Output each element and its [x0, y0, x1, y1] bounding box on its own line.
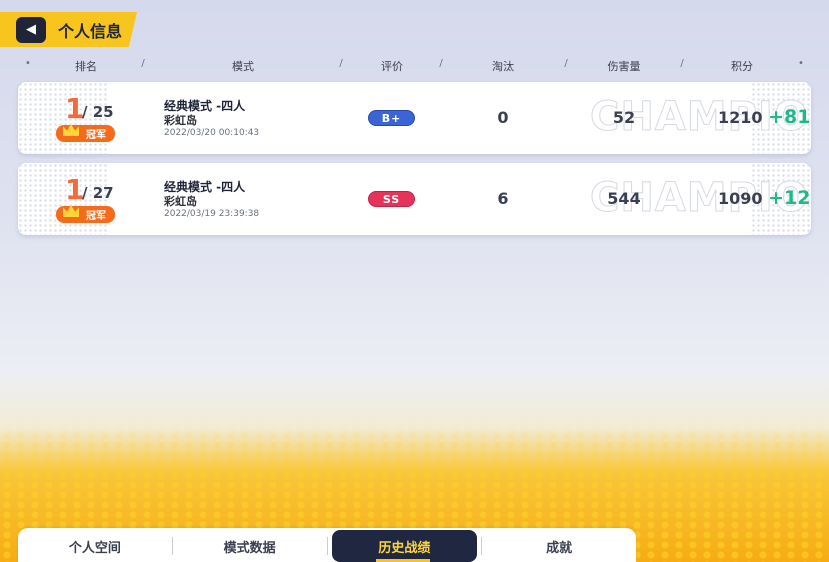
column-header-rating: 评价	[381, 60, 403, 73]
column-header-eliminations: 淘汰	[492, 60, 514, 73]
champion-badge: 冠军	[56, 205, 115, 223]
column-header-damage: 伤害量	[607, 60, 641, 73]
back-arrow-icon: ◀	[26, 22, 36, 37]
eliminations-value: 0	[497, 108, 509, 127]
eliminations-value: 6	[497, 189, 509, 208]
column-separator: /	[439, 58, 443, 69]
column-separator: /	[339, 58, 343, 69]
score-value: 1090 +120	[718, 187, 811, 209]
column-header-rank: 排名	[75, 60, 97, 73]
match-record-row[interactable]: CHAMPION 1 / 27 冠军 经典模式 -四人 彩虹岛 2022/03/…	[18, 163, 811, 235]
damage-value: 52	[612, 108, 636, 127]
map-name: 彩虹岛	[164, 114, 197, 127]
tab-mode-data[interactable]: 模式数据	[173, 530, 327, 562]
page-title: 个人信息	[58, 21, 123, 41]
damage-value: 544	[607, 189, 641, 208]
rank-total: / 25	[82, 103, 114, 121]
rank-total: / 27	[82, 184, 114, 202]
column-header-mode: 模式	[232, 60, 254, 73]
back-button[interactable]: ◀	[16, 16, 46, 43]
tab-divider	[326, 537, 328, 555]
crown-icon	[63, 205, 79, 217]
score-total: 1210	[718, 108, 763, 127]
column-headers: • 排名 / 模式 / 评价 / 淘汰 / 伤害量 / 积分 •	[0, 58, 829, 73]
tab-achievements[interactable]: 成就	[482, 530, 636, 562]
match-datetime: 2022/03/19 23:39:38	[164, 209, 260, 219]
champion-badge-label: 冠军	[86, 130, 106, 141]
tab-match-history[interactable]: 历史战绩	[331, 530, 478, 562]
header-dot-left: •	[25, 58, 31, 69]
match-record-row[interactable]: CHAMPION 1 / 25 冠军 经典模式 -四人 彩虹岛 2022/03/…	[18, 82, 811, 154]
page-header: ◀ 个人信息	[0, 12, 137, 47]
score-gain: +81	[768, 106, 811, 128]
score-total: 1090	[718, 189, 763, 208]
score-gain: +120	[768, 187, 811, 209]
header-dot-right: •	[798, 58, 804, 69]
crown-icon	[63, 124, 79, 136]
column-separator: /	[564, 58, 568, 69]
score-value: 1210 +81	[718, 106, 810, 128]
rating-badge: B+	[368, 110, 415, 126]
champion-badge: 冠军	[56, 124, 115, 142]
bottom-tab-bar: 个人空间 模式数据 历史战绩 成就	[18, 528, 636, 562]
column-header-score: 积分	[731, 60, 753, 73]
tab-personal-space[interactable]: 个人空间	[18, 530, 172, 562]
champion-badge-label: 冠军	[86, 211, 106, 222]
rating-badge: SS	[368, 191, 415, 207]
column-separator: /	[141, 58, 145, 69]
column-separator: /	[680, 58, 684, 69]
map-name: 彩虹岛	[164, 195, 197, 208]
match-datetime: 2022/03/20 00:10:43	[164, 128, 260, 138]
